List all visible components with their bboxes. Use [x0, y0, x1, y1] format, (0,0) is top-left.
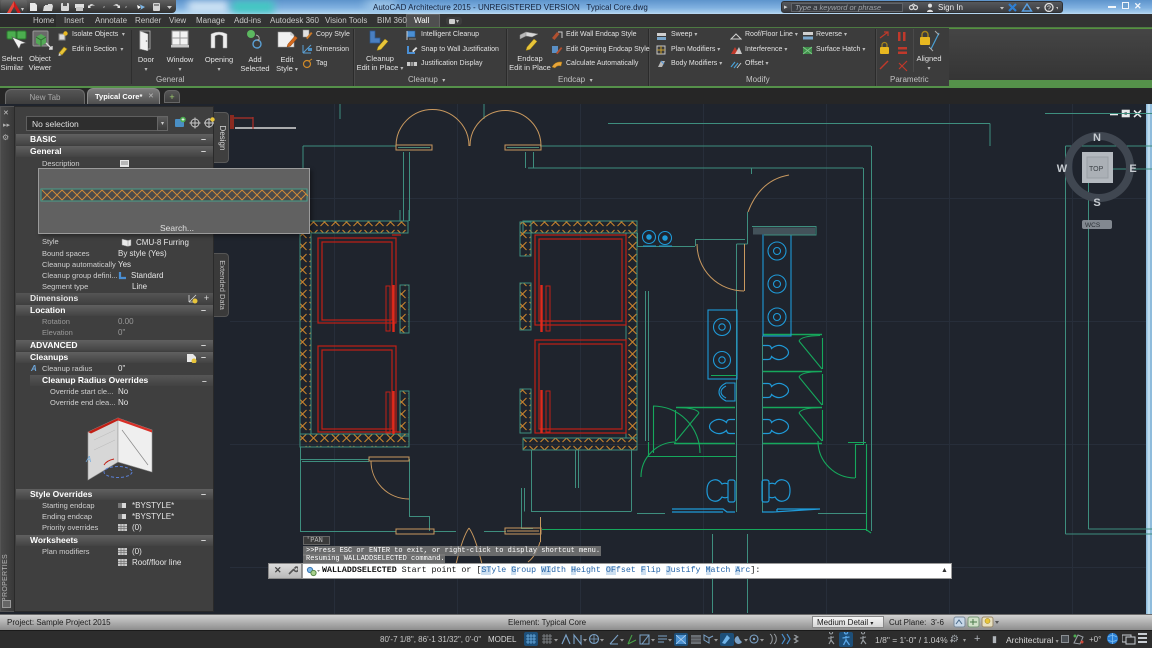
- svg-text:N: N: [1093, 132, 1101, 144]
- svg-text:Sign In: Sign In: [938, 3, 963, 12]
- svg-text:?: ?: [1047, 6, 1051, 13]
- svg-text:E: E: [1129, 163, 1136, 175]
- svg-text:S: S: [1093, 197, 1100, 209]
- svg-text:TOP: TOP: [1089, 166, 1104, 173]
- svg-text:WCS: WCS: [1085, 222, 1101, 229]
- svg-text:A: A: [85, 455, 91, 464]
- svg-text:W: W: [1057, 163, 1068, 175]
